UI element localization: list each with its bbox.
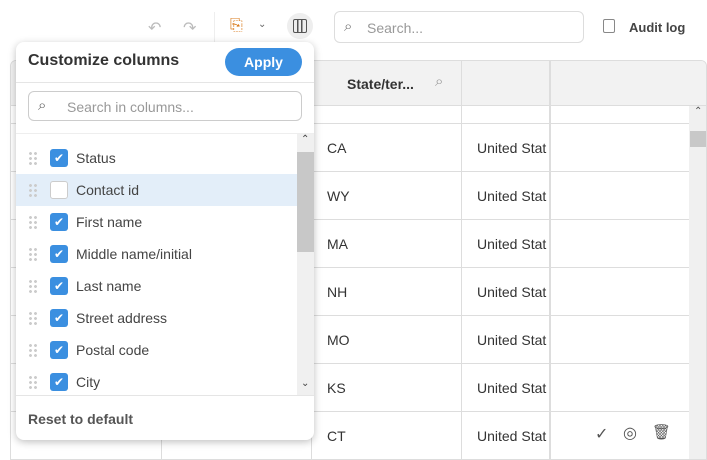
column-option[interactable]: ✔ Status <box>16 142 297 174</box>
state-cell: CT <box>327 428 346 444</box>
state-cell: KS <box>327 380 346 396</box>
column-option[interactable]: ✔ Last name <box>16 270 297 302</box>
search-icon: ⌕ <box>344 18 353 35</box>
export-icon[interactable]: ⎘ <box>230 17 243 35</box>
search-input[interactable]: ⌕ Search... <box>334 11 584 43</box>
columns-button[interactable] <box>287 13 313 39</box>
state-cell: WY <box>327 188 350 204</box>
search-icon: ⌕ <box>38 97 47 114</box>
state-cell: CA <box>327 140 347 156</box>
column-option[interactable]: ✔ Street address <box>16 302 297 334</box>
column-option-label: City <box>76 374 101 390</box>
column-search-placeholder: Search in columns... <box>67 99 194 115</box>
country-cell: United Stat <box>477 236 547 252</box>
check-icon[interactable]: ✓ <box>595 424 608 444</box>
trash-icon[interactable]: 🗑 <box>652 423 671 441</box>
customize-columns-popup: Customize columns Apply ⌕ Search in colu… <box>16 42 314 440</box>
column-option[interactable]: Contact id <box>16 174 297 206</box>
state-cell: MO <box>327 332 350 348</box>
column-option[interactable]: ✔ Middle name/initial <box>16 238 297 270</box>
drag-handle-icon[interactable] <box>28 215 38 229</box>
column-search-icon[interactable]: ⌕ <box>435 73 443 90</box>
table-scrollbar[interactable]: ⌃ <box>689 106 706 459</box>
column-checkbox[interactable]: ✔ <box>50 309 68 327</box>
column-header-state[interactable]: State/ter... <box>347 76 414 92</box>
column-search-input[interactable]: ⌕ Search in columns... <box>28 91 302 121</box>
toolbar-divider <box>214 12 215 42</box>
column-checkbox[interactable]: ✔ <box>50 213 68 231</box>
undo-icon[interactable]: ↶ <box>148 18 161 38</box>
column-option[interactable]: ✔ First name <box>16 206 297 238</box>
country-cell: United Stat <box>477 284 547 300</box>
country-cell: United Stat <box>477 188 547 204</box>
reset-to-default-button[interactable]: Reset to default <box>28 411 133 427</box>
column-checkbox[interactable]: ✔ <box>50 341 68 359</box>
check-circle-icon[interactable]: ◎ <box>623 423 637 443</box>
drag-handle-icon[interactable] <box>28 343 38 357</box>
column-option-label: Postal code <box>76 342 150 358</box>
redo-icon[interactable]: ↷ <box>183 18 196 38</box>
column-option-label: Status <box>76 150 116 166</box>
drag-handle-icon[interactable] <box>28 151 38 165</box>
popup-title: Customize columns <box>28 52 180 69</box>
drag-handle-icon[interactable] <box>28 375 38 389</box>
drag-handle-icon[interactable] <box>28 311 38 325</box>
column-option-label: Contact id <box>76 182 140 198</box>
column-checkbox[interactable]: ✔ <box>50 277 68 295</box>
drag-handle-icon[interactable] <box>28 247 38 261</box>
audit-log-icon <box>603 19 615 33</box>
state-cell: MA <box>327 236 348 252</box>
search-placeholder: Search... <box>367 20 424 36</box>
columns-icon <box>293 19 307 33</box>
drag-handle-icon[interactable] <box>28 183 38 197</box>
country-cell: United Stat <box>477 140 547 156</box>
popup-scrollbar[interactable]: ⌃ ⌄ <box>297 134 314 395</box>
column-checkbox[interactable]: ✔ <box>50 149 68 167</box>
column-option[interactable]: ✔ City <box>16 366 297 398</box>
column-option-label: Middle name/initial <box>76 246 192 262</box>
column-checkbox[interactable]: ✔ <box>50 245 68 263</box>
country-cell: United Stat <box>477 428 547 444</box>
country-cell: United Stat <box>477 380 547 396</box>
column-option-label: Street address <box>76 310 168 326</box>
column-checkbox[interactable]: ✔ <box>50 373 68 391</box>
chevron-down-icon[interactable]: ⌄ <box>258 19 266 30</box>
column-checkbox[interactable] <box>50 181 68 199</box>
column-option-label: Last name <box>76 278 142 294</box>
column-option[interactable]: ✔ Postal code <box>16 334 297 366</box>
drag-handle-icon[interactable] <box>28 279 38 293</box>
column-option-label: First name <box>76 214 143 230</box>
apply-button[interactable]: Apply <box>225 48 302 76</box>
state-cell: NH <box>327 284 348 300</box>
audit-log-button[interactable]: Audit log <box>629 20 685 35</box>
country-cell: United Stat <box>477 332 547 348</box>
